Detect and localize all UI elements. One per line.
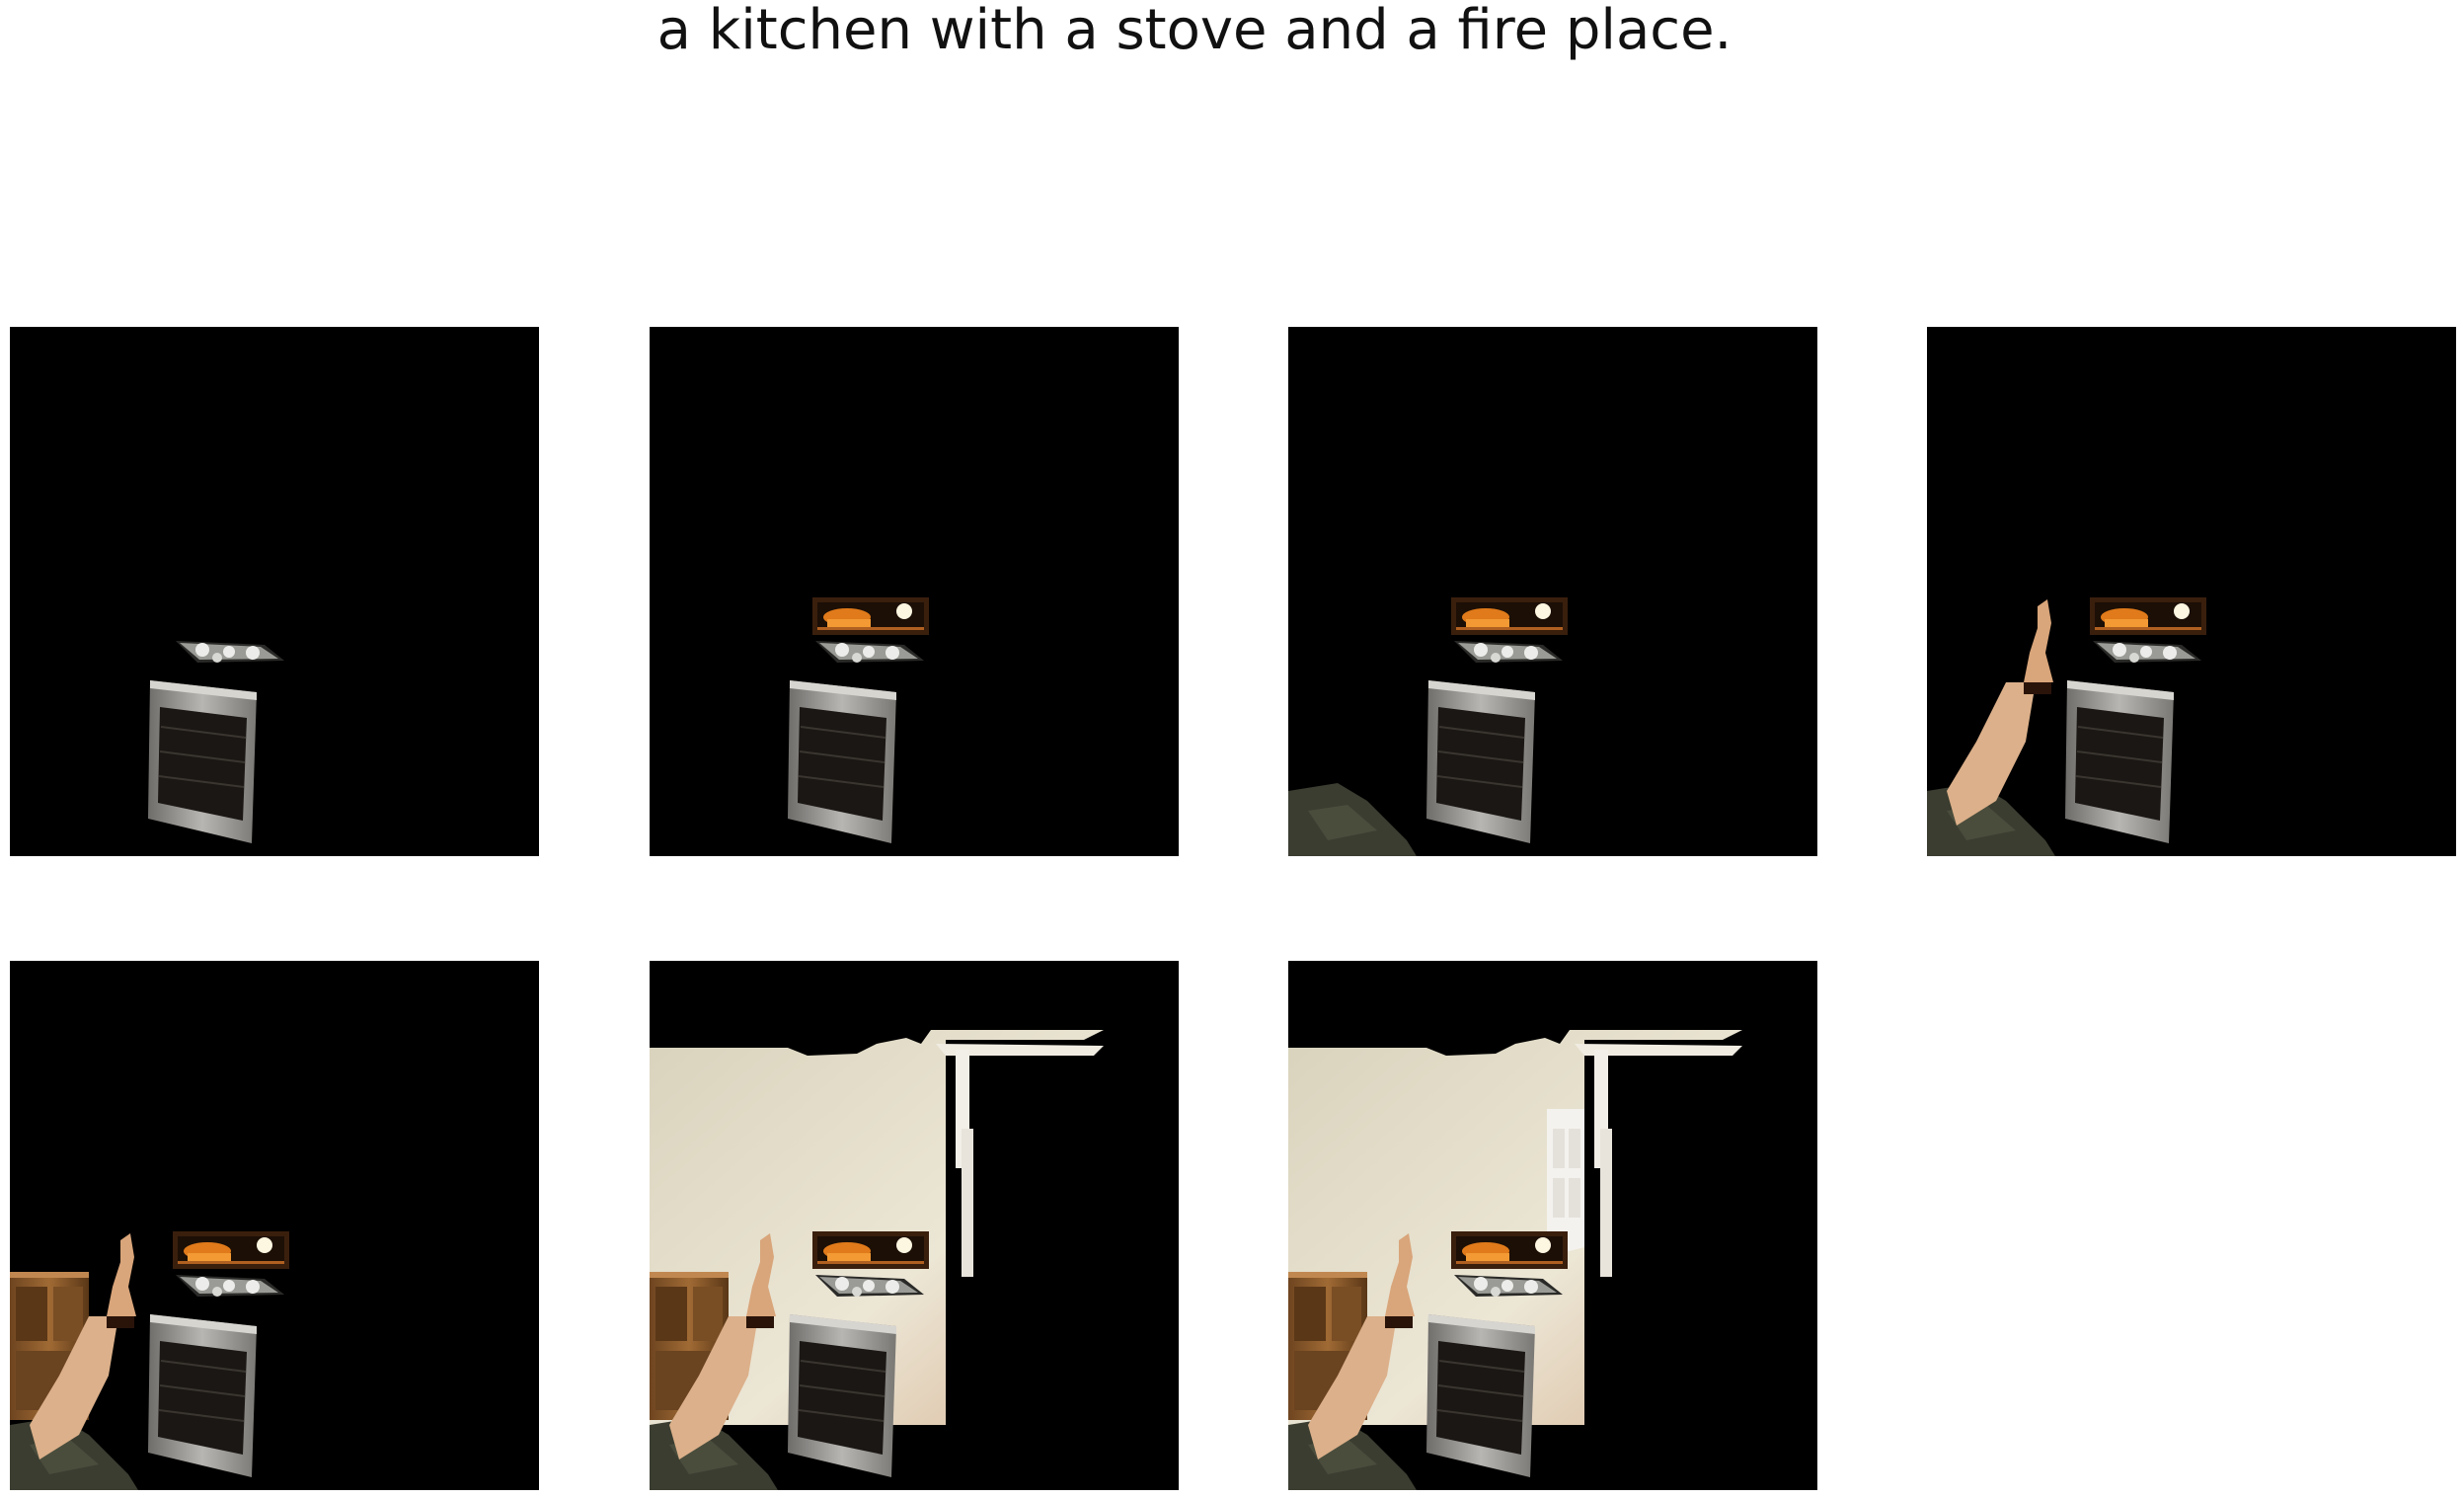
scene-render-6 [650, 1030, 1104, 1490]
figure-title: a kitchen with a stove and a fire place. [656, 0, 1732, 62]
scene-render-1 [147, 641, 284, 844]
scene-render-7 [1288, 1030, 1742, 1490]
scene-panel-6 [650, 961, 1179, 1490]
scene-panel-4 [1927, 327, 2456, 856]
scene-render-2 [787, 597, 929, 844]
scene-panel-7 [1288, 961, 1817, 1490]
scene-render-3 [1288, 597, 1568, 856]
scene-panel-5 [10, 961, 539, 1490]
scene-render-5 [10, 1231, 289, 1490]
scene-panel-3 [1288, 327, 1817, 856]
scene-render-4 [1927, 597, 2206, 856]
scene-panel-1 [10, 327, 539, 856]
scene-panel-2 [650, 327, 1179, 856]
